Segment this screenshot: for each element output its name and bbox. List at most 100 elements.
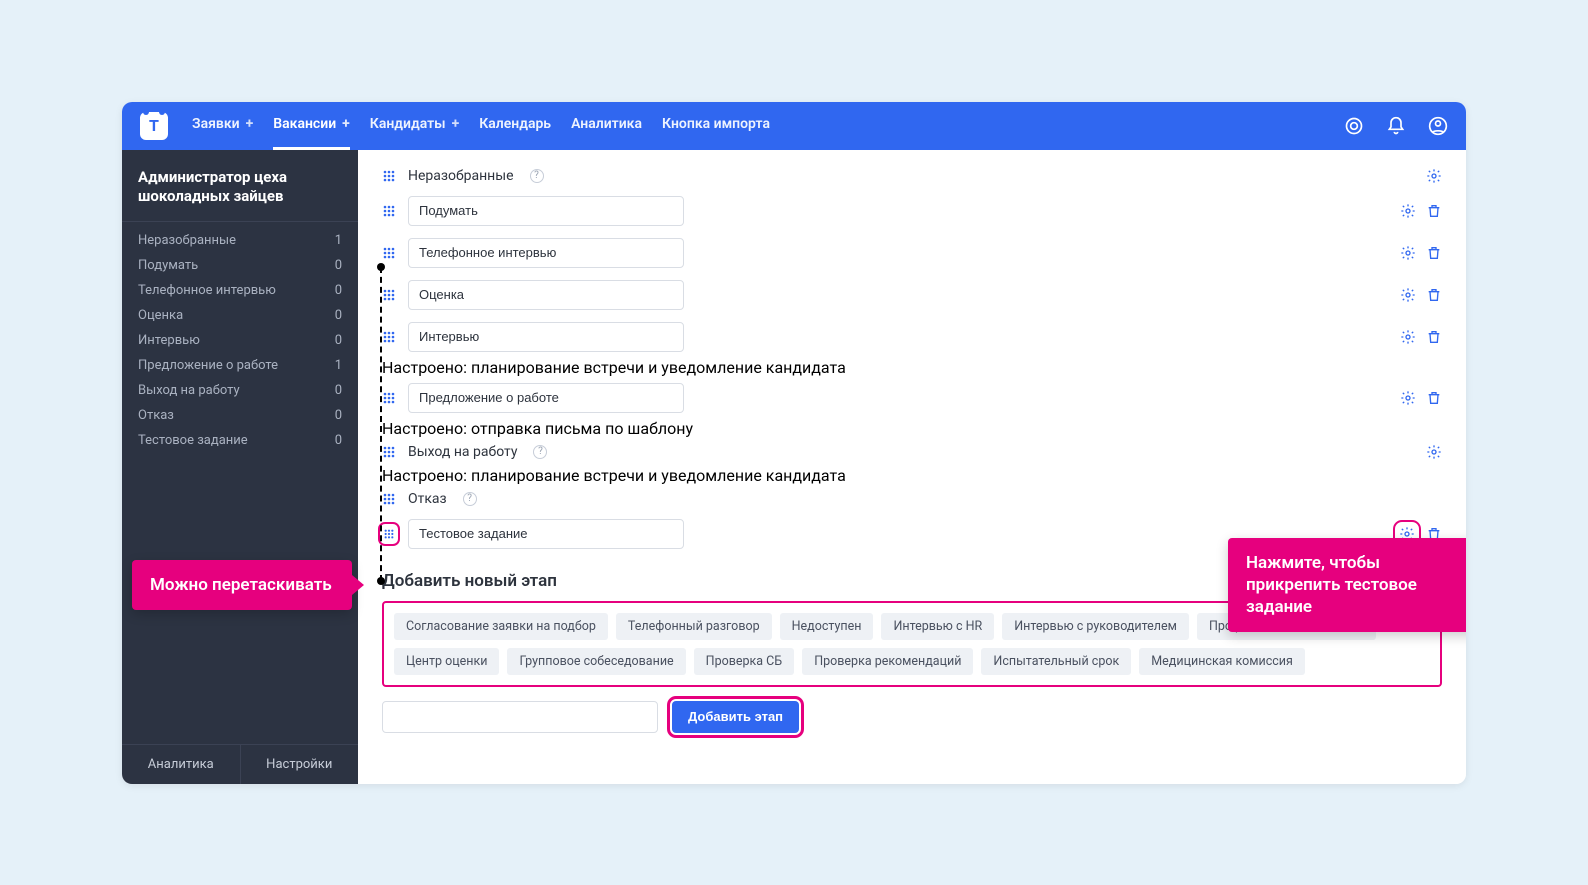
sidebar-item-0[interactable]: Неразобранные1 xyxy=(122,228,358,253)
stage-chip-9[interactable]: Проверка рекомендаций xyxy=(802,648,973,675)
app-body: Администратор цеха шоколадных зайцев Нер… xyxy=(122,150,1466,784)
stage-name-input[interactable] xyxy=(408,322,684,352)
stage-name-input[interactable] xyxy=(408,280,684,310)
stage-actions xyxy=(1400,203,1442,219)
stage-name-input[interactable] xyxy=(408,238,684,268)
gear-icon[interactable] xyxy=(1400,287,1416,303)
stage-chip-6[interactable]: Центр оценки xyxy=(394,648,499,675)
stage-chip-7[interactable]: Групповое собеседование xyxy=(507,648,685,675)
app-logo[interactable]: T xyxy=(140,112,168,140)
stage-actions xyxy=(1400,390,1442,406)
drag-handle-icon[interactable] xyxy=(382,331,396,343)
stage-row-1 xyxy=(382,190,1442,232)
gear-icon[interactable] xyxy=(1400,390,1416,406)
drag-handle-icon[interactable] xyxy=(382,289,396,301)
stage-row-4 xyxy=(382,316,1442,358)
trash-icon[interactable] xyxy=(1426,203,1442,219)
drag-handle-icon[interactable] xyxy=(382,526,396,542)
stage-name-label: Неразобранные xyxy=(408,168,514,184)
stage-chip-0[interactable]: Согласование заявки на подбор xyxy=(394,613,608,640)
trash-icon[interactable] xyxy=(1426,390,1442,406)
nav-item-1[interactable]: Вакансии+ xyxy=(273,102,350,150)
help-icon[interactable] xyxy=(1344,116,1364,136)
callout-attach-test: Нажмите, чтобы прикрепить тестовое задан… xyxy=(1228,538,1466,632)
nav-item-5[interactable]: Кнопка импорта xyxy=(662,102,770,150)
sidebar-item-4[interactable]: Интервью 0 xyxy=(122,328,358,353)
nav-item-3[interactable]: Календарь xyxy=(479,102,551,150)
drag-handle-icon[interactable] xyxy=(382,446,396,458)
stage-chip-10[interactable]: Испытательный срок xyxy=(981,648,1131,675)
stage-chip-1[interactable]: Телефонный разговор xyxy=(616,613,772,640)
sidebar-item-label: Выход на работу xyxy=(138,383,240,398)
sidebar-item-count: 0 xyxy=(335,308,342,323)
sidebar-footer-settings[interactable]: Настройки xyxy=(240,745,359,784)
stage-row-3 xyxy=(382,274,1442,316)
stage-name-input[interactable] xyxy=(408,383,684,413)
stage-actions xyxy=(1426,444,1442,460)
stage-chip-4[interactable]: Интервью с руководителем xyxy=(1002,613,1189,640)
gear-icon[interactable] xyxy=(1400,245,1416,261)
topbar-actions xyxy=(1344,116,1448,136)
stage-actions xyxy=(1426,168,1442,184)
bell-icon[interactable] xyxy=(1386,116,1406,136)
sidebar-item-8[interactable]: Тестовое задание 0 xyxy=(122,428,358,453)
gear-icon[interactable] xyxy=(1426,168,1442,184)
sidebar-stage-list: Неразобранные1Подумать0Телефонное интерв… xyxy=(122,222,358,744)
trash-icon[interactable] xyxy=(1426,329,1442,345)
stage-name-label: Выход на работу xyxy=(408,444,517,460)
help-icon[interactable]: ? xyxy=(463,492,477,506)
sidebar-footer-analytics[interactable]: Аналитика xyxy=(122,745,240,784)
help-icon[interactable]: ? xyxy=(533,445,547,459)
stage-chip-11[interactable]: Медицинская комиссия xyxy=(1139,648,1305,675)
nav-item-0[interactable]: Заявки+ xyxy=(192,102,253,150)
sidebar-item-count: 0 xyxy=(335,283,342,298)
gear-icon[interactable] xyxy=(1400,203,1416,219)
sidebar-item-label: Тестовое задание xyxy=(138,433,248,448)
sidebar-item-2[interactable]: Телефонное интервью0 xyxy=(122,278,358,303)
stage-row-0: Неразобранные? xyxy=(382,162,1442,190)
gear-icon[interactable] xyxy=(1400,329,1416,345)
sidebar-item-label: Подумать xyxy=(138,258,198,273)
main-nav: Заявки+ Вакансии+ Кандидаты+ Календарь Анали… xyxy=(192,102,1344,150)
sidebar-item-label: Интервью xyxy=(138,333,200,348)
sidebar-item-count: 0 xyxy=(335,258,342,273)
drag-handle-icon[interactable] xyxy=(382,170,396,182)
sidebar-item-1[interactable]: Подумать 0 xyxy=(122,253,358,278)
sidebar-item-count: 0 xyxy=(335,383,342,398)
plus-icon[interactable]: + xyxy=(452,116,460,132)
gear-icon[interactable] xyxy=(1426,444,1442,460)
drag-path-indicator xyxy=(380,267,382,581)
stage-chip-2[interactable]: Недоступен xyxy=(780,613,874,640)
profile-icon[interactable] xyxy=(1428,116,1448,136)
add-stage-button[interactable]: Добавить этап xyxy=(672,701,799,733)
sidebar-item-6[interactable]: Выход на работу 0 xyxy=(122,378,358,403)
sidebar: Администратор цеха шоколадных зайцев Нер… xyxy=(122,150,358,784)
stage-name-input[interactable] xyxy=(408,196,684,226)
stage-chip-8[interactable]: Проверка СБ xyxy=(694,648,795,675)
trash-icon[interactable] xyxy=(1426,287,1442,303)
stage-chip-3[interactable]: Интервью с HR xyxy=(881,613,994,640)
sidebar-item-label: Оценка xyxy=(138,308,183,323)
drag-handle-icon[interactable] xyxy=(382,247,396,259)
drag-handle-icon[interactable] xyxy=(382,493,396,505)
stage-name-input[interactable] xyxy=(408,519,684,549)
sidebar-item-count: 0 xyxy=(335,433,342,448)
sidebar-item-count: 0 xyxy=(335,333,342,348)
sidebar-item-3[interactable]: Оценка 0 xyxy=(122,303,358,328)
sidebar-item-7[interactable]: Отказ0 xyxy=(122,403,358,428)
vacancy-title: Администратор цеха шоколадных зайцев xyxy=(122,150,358,222)
new-stage-input[interactable] xyxy=(382,701,658,733)
plus-icon[interactable]: + xyxy=(246,116,254,132)
trash-icon[interactable] xyxy=(1426,245,1442,261)
sidebar-item-label: Неразобранные xyxy=(138,233,236,248)
nav-item-2[interactable]: Кандидаты+ xyxy=(370,102,459,150)
sidebar-item-5[interactable]: Предложение о работе1 xyxy=(122,353,358,378)
plus-icon[interactable]: + xyxy=(342,116,350,132)
stage-note: Настроено: планирование встречи и уведом… xyxy=(382,466,1442,485)
app-frame: T Заявки+ Вакансии+ Кандидаты+ Календарь Ана… xyxy=(122,102,1466,784)
nav-item-4[interactable]: Аналитика xyxy=(571,102,642,150)
help-icon[interactable]: ? xyxy=(530,169,544,183)
add-stage-row: Добавить этап xyxy=(382,701,1442,733)
drag-handle-icon[interactable] xyxy=(382,392,396,404)
drag-handle-icon[interactable] xyxy=(382,205,396,217)
